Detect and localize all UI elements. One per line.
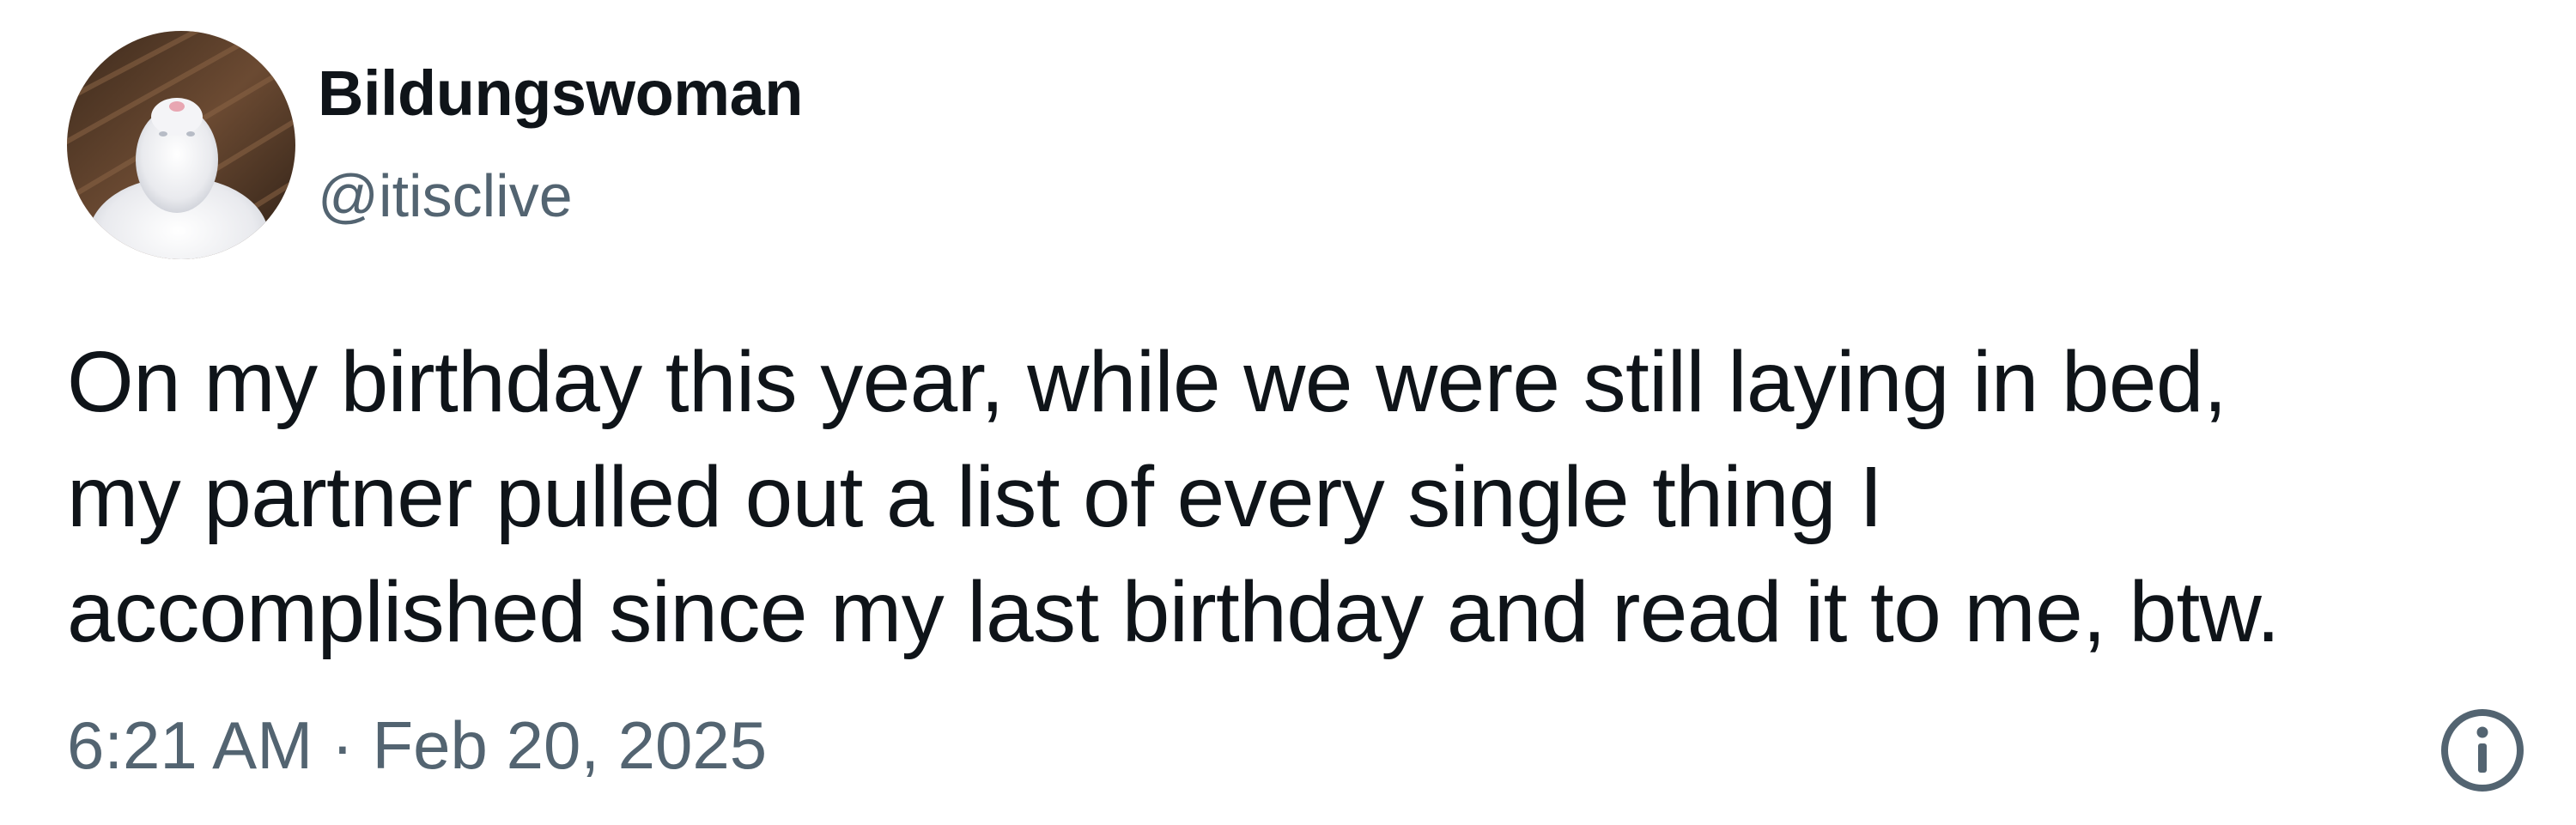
info-icon xyxy=(2441,709,2524,792)
white-cat-avatar-icon xyxy=(67,31,295,259)
avatar[interactable] xyxy=(67,31,295,259)
author-display-name[interactable]: Bildungswoman xyxy=(318,58,803,129)
tweet-timestamp[interactable]: 6:21 AM · Feb 20, 2025 xyxy=(67,708,767,783)
tweet-text: On my birthday this year, while we were … xyxy=(67,325,2557,670)
tweet-text-line: On my birthday this year, while we were … xyxy=(67,334,2227,430)
author-handle[interactable]: @itisclive xyxy=(318,163,573,229)
tweet-text-line: my partner pulled out a list of every si… xyxy=(67,449,1883,545)
tweet-card: Bildungswoman @itisclive On my birthday … xyxy=(0,0,2576,825)
tweet-text-line: accomplished since my last birthday and … xyxy=(67,564,2281,660)
info-button[interactable] xyxy=(2438,706,2527,795)
